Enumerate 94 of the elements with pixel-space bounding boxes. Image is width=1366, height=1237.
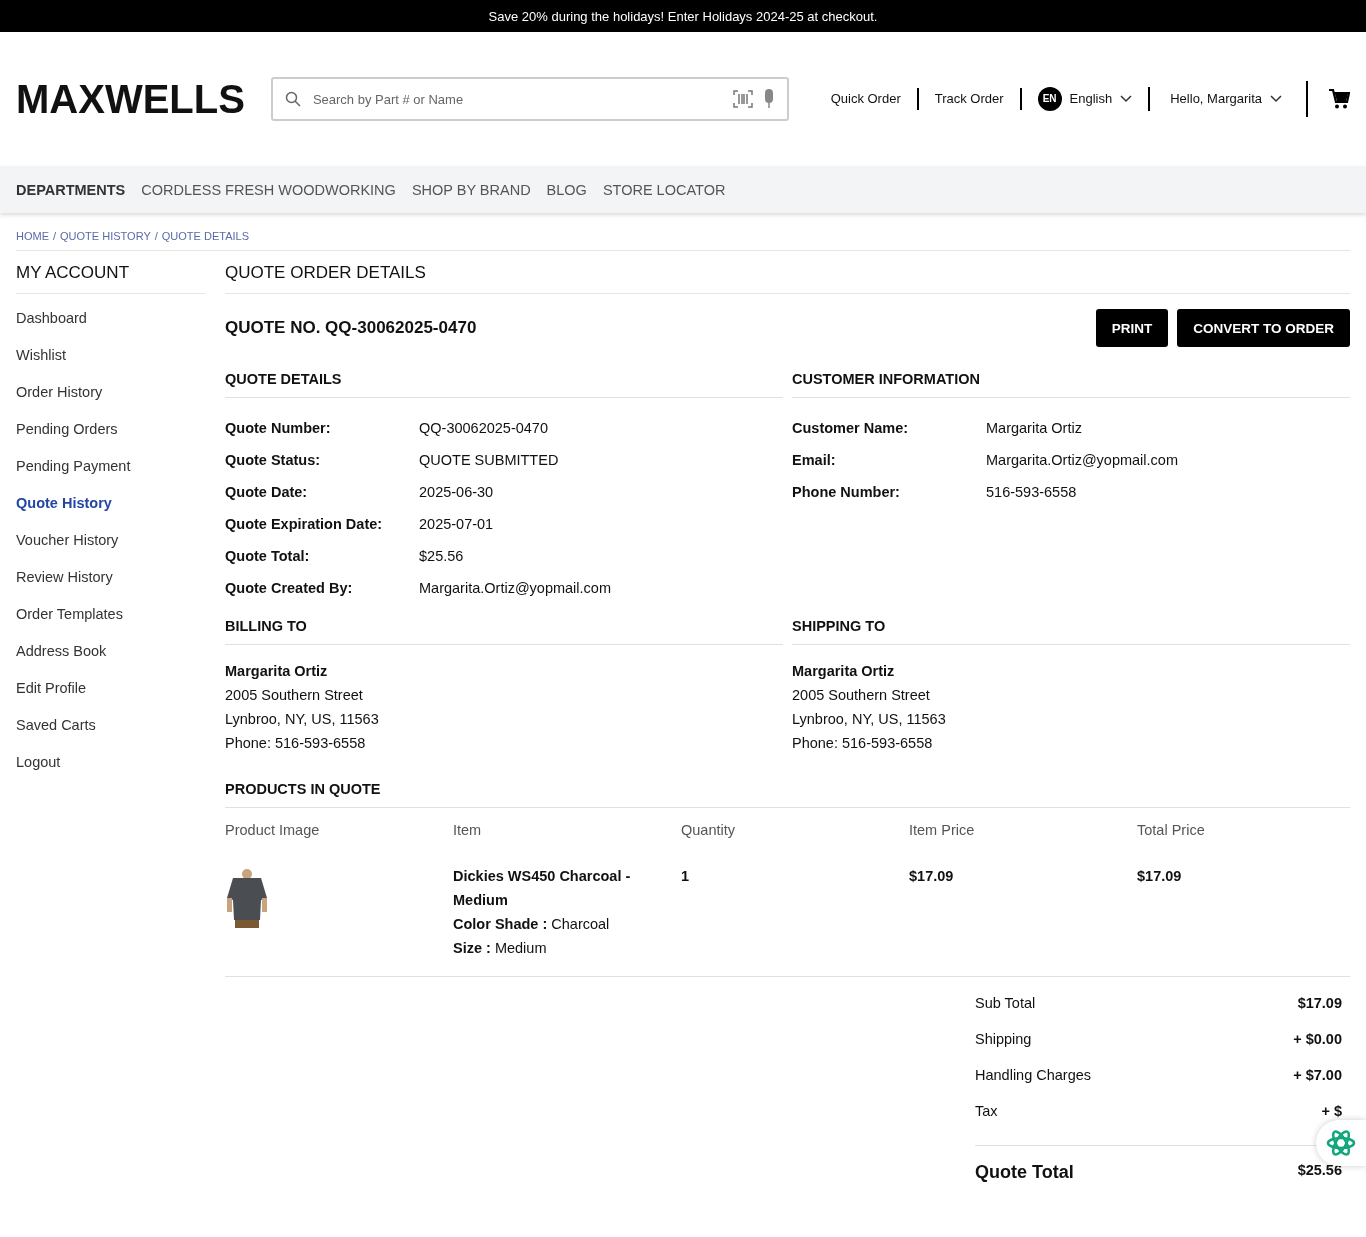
field-label: Customer Name:	[792, 419, 910, 438]
column-header: Product Image	[225, 821, 321, 840]
field-label: Quote Status:	[225, 451, 322, 470]
breadcrumb-link[interactable]: QUOTE DETAILS	[161, 230, 249, 242]
total-label: Shipping	[975, 1031, 1032, 1049]
logo[interactable]: MAXWELLS	[16, 76, 245, 122]
field-label: Phone Number:	[792, 483, 901, 502]
total-label: Handling Charges	[975, 1067, 1092, 1085]
address-line: Lynbroo, NY, US, 11563	[792, 710, 947, 729]
field-label: Quote Total:	[225, 547, 311, 566]
barcode-scan-icon[interactable]	[732, 90, 753, 108]
header-link[interactable]: Track Order	[918, 88, 1022, 110]
column-header: Quantity	[681, 821, 736, 840]
column-header: Item	[453, 821, 483, 840]
table-cell: $17.09	[909, 868, 954, 884]
grand-total-label: Quote Total	[975, 1162, 1074, 1183]
sidebar-item[interactable]: Dashboard	[16, 300, 205, 337]
field-value: Margarita.Ortiz@yopmail.com	[986, 451, 1179, 470]
sidebar-item[interactable]: Quote History	[16, 485, 205, 522]
cart-icon[interactable]	[1328, 88, 1350, 110]
search-bar[interactable]: Search by Part # or Name	[270, 77, 789, 121]
sidebar-item[interactable]: Pending Orders	[16, 411, 205, 448]
nav-link[interactable]: BLOG	[546, 181, 587, 198]
chat-widget-button[interactable]	[1316, 1120, 1366, 1166]
nav-link[interactable]: STORE LOCATOR	[602, 181, 726, 198]
field-value: Margarita.Ortiz@yopmail.com	[419, 579, 612, 598]
sidebar-item[interactable]: Address Book	[16, 633, 205, 670]
total-label: Sub Total	[975, 995, 1036, 1013]
address-line: Phone: 516-593-6558	[225, 734, 367, 753]
field-label: Quote Date:	[225, 483, 309, 502]
total-value: + $0.00	[1293, 1031, 1342, 1049]
breadcrumb-link[interactable]: QUOTE HISTORY	[60, 230, 151, 242]
address-line: 2005 Southern Street	[792, 686, 931, 705]
total-value: $17.09	[1297, 995, 1342, 1013]
column-header: Item Price	[909, 821, 976, 840]
table-cell: $17.09	[1137, 868, 1182, 884]
quote-number: QUOTE NO. QQ-30062025-0470	[225, 318, 477, 338]
field-value: QUOTE SUBMITTED	[419, 451, 560, 470]
field-value: QQ-30062025-0470	[419, 419, 549, 438]
field-label: Quote Expiration Date:	[225, 515, 384, 534]
section-title: CUSTOMER INFORMATION	[792, 357, 1350, 398]
field-value: 2025-07-01	[419, 515, 495, 534]
chevron-down-icon	[1270, 95, 1282, 103]
section-title: PRODUCTS IN QUOTE	[225, 755, 1350, 808]
print-button[interactable]: PRINT	[1095, 309, 1169, 347]
search-icon	[284, 91, 301, 107]
nav-link[interactable]: SHOP BY BRAND	[411, 181, 531, 198]
chevron-down-icon	[1120, 95, 1133, 103]
column-header: Total Price	[1137, 821, 1206, 840]
convert-button[interactable]: CONVERT TO ORDER	[1177, 309, 1350, 347]
section-title: SHIPPING TO	[792, 604, 1350, 645]
nav-link[interactable]: CORDLESS FRESH WOODWORKING	[141, 181, 396, 198]
field-label: Quote Number:	[225, 419, 332, 438]
field-label: Quote Created By:	[225, 579, 354, 598]
sidebar-item[interactable]: Saved Carts	[16, 707, 205, 744]
section-title: BILLING TO	[225, 604, 783, 645]
sidebar-item[interactable]: Pending Payment	[16, 448, 205, 485]
sidebar-item[interactable]: Order History	[16, 374, 205, 411]
microphone-icon[interactable]	[762, 89, 775, 109]
promo-banner: Save 20% during the holidays! Enter Holidays 2024-25 at checkout.	[0, 0, 1366, 32]
product-name[interactable]: Dickies WS450 Charcoal - Medium	[453, 864, 653, 912]
field-value: Margarita Ortiz	[986, 419, 1083, 438]
sidebar-item[interactable]: Voucher History	[16, 522, 205, 559]
shipping-name: Margarita Ortiz	[792, 662, 896, 681]
account-menu[interactable]: Hello, Margarita	[1150, 81, 1308, 117]
grand-total-value: $25.56	[1297, 1162, 1342, 1180]
page-title: QUOTE ORDER DETAILS	[225, 251, 1350, 294]
nav-link[interactable]: DEPARTMENTS	[16, 181, 126, 198]
product-attribute: Color Shade : Charcoal	[453, 915, 611, 934]
breadcrumb-separator: /	[53, 230, 57, 242]
sidebar-item[interactable]: Review History	[16, 559, 205, 596]
sidebar-item[interactable]: Order Templates	[16, 596, 205, 633]
language-selector[interactable]: EN English	[1021, 87, 1151, 111]
field-value: $25.56	[419, 547, 465, 566]
breadcrumb-link[interactable]: HOME	[16, 230, 49, 242]
section-title: QUOTE DETAILS	[225, 357, 783, 398]
product-attribute: Size : Medium	[453, 939, 548, 958]
address-line: 2005 Southern Street	[225, 686, 364, 705]
sidebar-item[interactable]: Edit Profile	[16, 670, 205, 707]
sidebar-item[interactable]: Wishlist	[16, 337, 205, 374]
header-link[interactable]: Quick Order	[814, 88, 919, 110]
field-value: 516-593-6558	[986, 483, 1078, 502]
billing-name: Margarita Ortiz	[225, 662, 329, 681]
address-line: Lynbroo, NY, US, 11563	[225, 710, 380, 729]
breadcrumb-separator: /	[154, 230, 158, 242]
field-label: Email:	[792, 451, 837, 470]
total-value: + $7.00	[1293, 1067, 1342, 1085]
sidebar-item[interactable]: Logout	[16, 744, 205, 781]
total-value: + $	[1321, 1103, 1342, 1121]
field-value: 2025-06-30	[419, 483, 495, 502]
address-line: Phone: 516-593-6558	[792, 734, 934, 753]
sidebar-title: MY ACCOUNT	[16, 251, 205, 294]
table-cell: 1	[681, 868, 690, 884]
total-label: Tax	[975, 1103, 998, 1121]
